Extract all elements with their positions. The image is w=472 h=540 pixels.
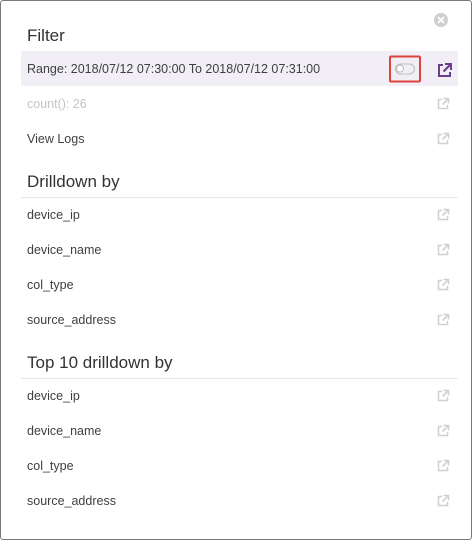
list-item-label: col_type [27,277,74,292]
drilldown-item-device-ip[interactable]: device_ip [21,197,458,232]
count-label: count(): 26 [27,96,87,111]
range-row: Range: 2018/07/12 07:30:00 To 2018/07/12… [21,51,458,86]
view-logs-row[interactable]: View Logs [21,121,458,156]
external-link-icon[interactable] [436,424,450,438]
list-item-label: device_name [27,242,102,257]
view-logs-label: View Logs [27,131,85,146]
drilldown-item-source-address[interactable]: source_address [21,302,458,337]
external-link-icon[interactable] [436,313,450,327]
list-item-label: device_name [27,423,102,438]
list-item-label: source_address [27,493,116,508]
list-item-label: device_ip [27,207,80,222]
drilldown-title: Drilldown by [27,172,120,191]
external-link-icon[interactable] [436,459,450,473]
external-link-icon[interactable] [436,494,450,508]
list-item-label: device_ip [27,388,80,403]
external-link-icon[interactable] [436,208,450,222]
external-link-icon[interactable] [436,132,450,146]
external-link-icon[interactable] [436,389,450,403]
count-row: count(): 26 [21,86,458,121]
drilldown-item-col-type[interactable]: col_type [21,267,458,302]
filter-panel: Filter Range: 2018/07/12 07:30:00 To 201… [0,0,472,540]
list-item-label: col_type [27,458,74,473]
close-icon[interactable] [434,13,448,27]
top-drilldown-item-col-type[interactable]: col_type [21,448,458,483]
toggle-filter-button[interactable] [389,55,421,82]
list-item-label: source_address [27,312,116,327]
external-link-icon[interactable] [436,62,452,77]
toggle-icon [395,63,415,74]
range-label: Range: 2018/07/12 07:30:00 To 2018/07/12… [27,61,321,76]
top-drilldown-item-device-name[interactable]: device_name [21,413,458,448]
top-drilldown-item-device-ip[interactable]: device_ip [21,378,458,413]
external-link-icon [436,97,450,111]
top-drilldown-title: Top 10 drilldown by [27,353,173,372]
top-drilldown-item-source-address[interactable]: source_address [21,483,458,518]
external-link-icon[interactable] [436,278,450,292]
drilldown-item-device-name[interactable]: device_name [21,232,458,267]
filter-title: Filter [27,26,65,45]
external-link-icon[interactable] [436,243,450,257]
